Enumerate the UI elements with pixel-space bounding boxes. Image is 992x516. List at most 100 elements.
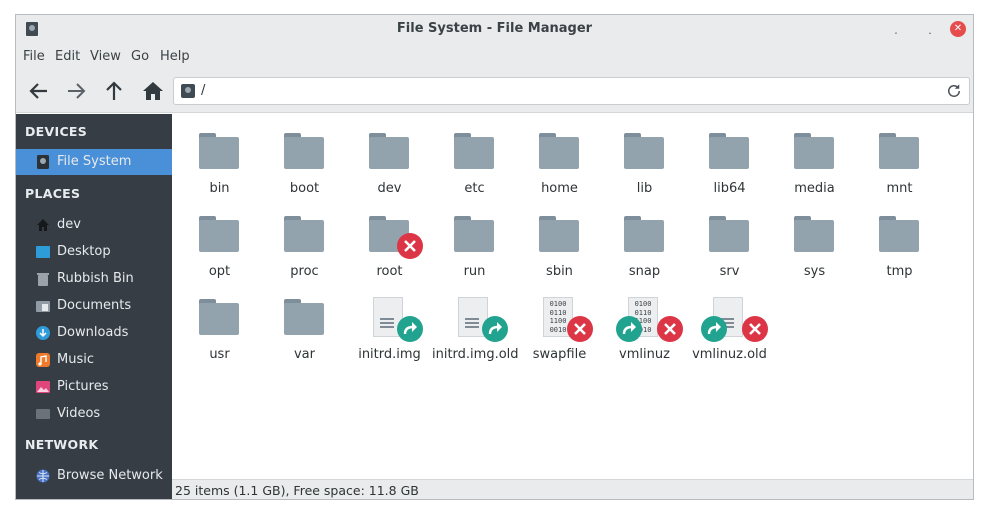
toolbar: / — [16, 69, 973, 113]
file-name: lib64 — [713, 181, 746, 196]
menu-file[interactable]: File — [23, 49, 45, 64]
sidebar-item-pictures[interactable]: Pictures — [16, 374, 172, 400]
close-button[interactable]: ✕ — [950, 21, 966, 37]
file-item-lib[interactable]: lib — [602, 118, 687, 198]
error-emblem-icon — [657, 316, 683, 342]
file-name: media — [794, 181, 835, 196]
up-button[interactable] — [102, 79, 126, 103]
file-manager-window: File System - File Manager ˯ ˰ ✕ File Ed… — [15, 14, 974, 500]
sidebar-item-videos[interactable]: Videos — [16, 401, 172, 427]
file-item-tmp[interactable]: tmp — [857, 201, 942, 281]
file-item-sbin[interactable]: sbin — [517, 201, 602, 281]
folder-icon — [199, 299, 241, 335]
folder-icon — [369, 216, 423, 259]
file-name: dev — [377, 181, 402, 196]
menu-bar: File Edit View Go Help — [16, 43, 973, 69]
file-item-vmlinuz[interactable]: 0100 0110 1100 0010 vmlinuz — [602, 284, 687, 364]
file-name: vmlinuz.old — [692, 347, 767, 362]
sidebar-item-label: dev — [57, 217, 81, 232]
file-item-initrd-img-old[interactable]: initrd.img.old — [432, 284, 519, 364]
file-item-vmlinuz-old[interactable]: vmlinuz.old — [687, 284, 772, 364]
file-name: swapfile — [532, 347, 587, 362]
forward-button[interactable] — [64, 79, 88, 103]
file-name: sbin — [546, 264, 573, 279]
menu-go[interactable]: Go — [131, 49, 149, 64]
sidebar-header-places: PLACES — [25, 186, 81, 201]
file-item-sys[interactable]: sys — [772, 201, 857, 281]
file-item-srv[interactable]: srv — [687, 201, 772, 281]
back-arrow-icon — [29, 83, 47, 99]
file-item-usr[interactable]: usr — [177, 284, 262, 364]
sidebar-item-file-system[interactable]: File System — [16, 149, 172, 175]
status-text: 25 items (1.1 GB), Free space: 11.8 GB — [175, 483, 419, 498]
file-item-snap[interactable]: snap — [602, 201, 687, 281]
file-item-home[interactable]: home — [517, 118, 602, 198]
sidebar-item-rubbish-bin[interactable]: Rubbish Bin — [16, 266, 172, 292]
file-name: etc — [464, 181, 485, 196]
file-name: opt — [208, 264, 231, 279]
forward-arrow-icon — [68, 83, 86, 99]
folder-icon — [199, 216, 241, 252]
file-name: run — [463, 264, 486, 279]
home-button[interactable] — [141, 79, 165, 103]
file-item-opt[interactable]: opt — [177, 201, 262, 281]
file-name: bin — [209, 181, 230, 196]
file-name: boot — [289, 181, 320, 196]
sidebar-item-browse-network[interactable]: Browse Network — [16, 463, 172, 489]
sidebar-item-desktop[interactable]: Desktop — [16, 239, 172, 265]
file-item-boot[interactable]: boot — [262, 118, 347, 198]
document-icon — [701, 297, 768, 342]
link-emblem-icon — [482, 316, 508, 342]
trash-icon — [37, 273, 49, 286]
documents-folder-icon — [36, 301, 50, 312]
folder-icon — [794, 216, 836, 252]
menu-edit[interactable]: Edit — [55, 49, 80, 64]
title-bar[interactable]: File System - File Manager ˯ ˰ ✕ — [16, 15, 973, 43]
back-button[interactable] — [27, 79, 51, 103]
folder-icon — [454, 133, 496, 169]
minimize-button[interactable]: ˯ — [888, 21, 904, 37]
sidebar-item-music[interactable]: Music — [16, 347, 172, 373]
sidebar-item-documents[interactable]: Documents — [16, 293, 172, 319]
menu-help[interactable]: Help — [160, 49, 190, 64]
file-name: vmlinuz — [619, 347, 670, 362]
folder-icon — [284, 216, 326, 252]
folder-icon — [369, 133, 411, 169]
file-item-lib64[interactable]: lib64 — [687, 118, 772, 198]
link-emblem-icon — [397, 316, 423, 342]
file-item-media[interactable]: media — [772, 118, 857, 198]
file-item-root[interactable]: root — [347, 201, 432, 281]
file-item-bin[interactable]: bin — [177, 118, 262, 198]
file-item-swapfile[interactable]: 0100 0110 1100 0010 swapfile — [517, 284, 602, 364]
reload-icon[interactable] — [945, 82, 963, 100]
file-item-etc[interactable]: etc — [432, 118, 517, 198]
music-icon — [36, 353, 50, 367]
file-item-proc[interactable]: proc — [262, 201, 347, 281]
binary-file-icon: 0100 0110 1100 0010 — [539, 297, 593, 342]
file-name: home — [541, 181, 578, 196]
file-name: proc — [290, 264, 319, 279]
file-name: lib — [636, 181, 653, 196]
document-icon — [454, 297, 508, 342]
sidebar-item-label: Pictures — [57, 379, 109, 394]
file-item-run[interactable]: run — [432, 201, 517, 281]
file-name: srv — [719, 264, 740, 279]
sidebar-item-dev[interactable]: dev — [16, 212, 172, 238]
file-item-mnt[interactable]: mnt — [857, 118, 942, 198]
folder-icon — [539, 133, 581, 169]
location-bar[interactable]: / — [173, 77, 970, 105]
menu-view[interactable]: View — [90, 49, 121, 64]
file-view[interactable]: bin boot dev etc home lib lib64 media mnt opt proc… — [172, 114, 973, 479]
folder-icon — [709, 133, 751, 169]
file-item-initrd-img[interactable]: initrd.img — [347, 284, 432, 364]
sidebar-item-downloads[interactable]: Downloads — [16, 320, 172, 346]
file-item-dev[interactable]: dev — [347, 118, 432, 198]
folder-icon — [879, 133, 921, 169]
file-name: root — [376, 264, 403, 279]
location-path[interactable]: / — [201, 83, 205, 98]
maximize-button[interactable]: ˰ — [922, 21, 938, 37]
desktop-icon — [36, 246, 50, 258]
file-item-var[interactable]: var — [262, 284, 347, 364]
file-name: initrd.img.old — [432, 347, 519, 362]
status-bar: 25 items (1.1 GB), Free space: 11.8 GB — [172, 479, 973, 499]
